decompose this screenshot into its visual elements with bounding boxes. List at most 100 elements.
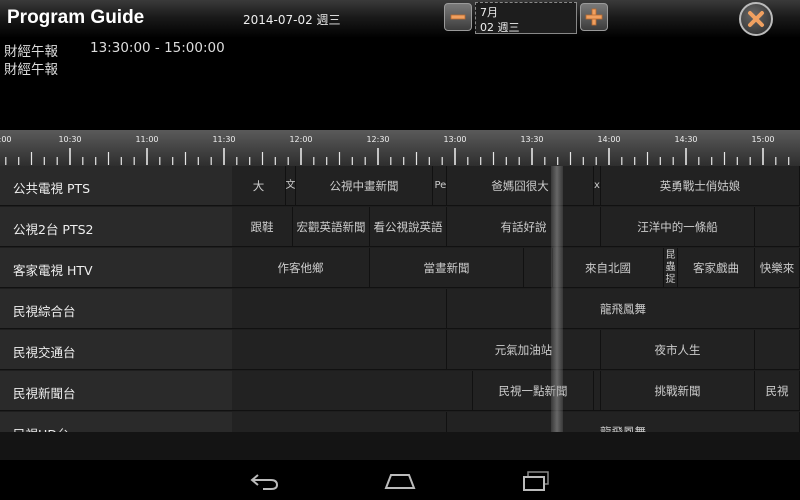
program-title: 英勇戰士俏姑娘 <box>659 178 741 193</box>
program-title: 大 <box>252 178 265 193</box>
channel-label[interactable]: 民視交通台 <box>0 330 232 370</box>
program-cell[interactable] <box>524 248 553 288</box>
program-cell[interactable]: 宏觀英語新聞 <box>293 207 370 247</box>
program-cell[interactable]: Peo <box>433 166 447 206</box>
program-title: 文 <box>286 179 296 191</box>
time-tick-label: 11:30 <box>212 135 235 144</box>
program-cell[interactable]: 爸媽囧很大 <box>447 166 594 206</box>
top-bar: Program Guide 2014-07-02 週三 7月 02 週三 <box>0 0 800 38</box>
channel-label[interactable]: 公共電視 PTS <box>0 166 232 206</box>
program-cell[interactable]: 客家戲曲 <box>678 248 755 288</box>
time-ruler[interactable]: 10:30 11:00 11:30 12:00 12:30 13:00 13:30 14:00… <box>0 130 800 166</box>
program-cell[interactable]: 文 <box>286 166 296 206</box>
program-cell[interactable]: 公視中畫新聞 <box>296 166 433 206</box>
recent-apps-icon <box>523 471 549 491</box>
time-tick-label: 10:30 <box>58 135 81 144</box>
time-tick-label: 12:30 <box>366 135 389 144</box>
program-cell[interactable]: 大 <box>232 166 286 206</box>
program-cell[interactable]: 昆蟲捉 <box>664 248 678 288</box>
program-cell[interactable]: 龍飛鳳舞 <box>447 289 800 329</box>
channel-row: 民視綜合台 龍飛鳳舞 <box>0 289 800 330</box>
time-tick-label: 10:00 <box>0 135 12 144</box>
program-cell[interactable]: x <box>594 166 601 206</box>
recent-apps-button[interactable] <box>516 468 556 494</box>
program-cell[interactable]: 來自北國 <box>553 248 664 288</box>
grid-footer <box>0 432 800 460</box>
program-title: 夜市人生 <box>654 342 701 357</box>
program-title: 龍飛鳳舞 <box>600 424 646 433</box>
program-title: 昆蟲捉 <box>665 249 676 285</box>
program-time-range: 13:30:00 - 15:00:00 <box>90 40 225 56</box>
channel-label[interactable]: 民視HD台 <box>0 412 232 432</box>
close-icon <box>748 11 764 27</box>
program-description: 財經午報 <box>4 62 58 78</box>
program-title: 有話好說 <box>500 219 547 234</box>
back-icon <box>250 474 279 490</box>
next-day-button[interactable] <box>580 3 608 31</box>
program-cell[interactable] <box>232 412 447 432</box>
program-title: 作客他鄉 <box>277 260 324 275</box>
program-cell[interactable]: 有話好說 <box>447 207 601 247</box>
back-button[interactable] <box>245 468 285 494</box>
program-cell[interactable]: 民視 <box>755 371 800 411</box>
date-picker[interactable]: 7月 02 週三 <box>475 2 577 34</box>
channel-name: 民視新聞台 <box>13 386 76 401</box>
channel-label[interactable]: 民視綜合台 <box>0 289 232 329</box>
program-cell[interactable] <box>232 371 473 411</box>
program-title: 客家戲曲 <box>693 260 739 275</box>
time-tick-label: 13:00 <box>443 135 466 144</box>
channel-row: 民視HD台 龍飛鳳舞 <box>0 412 800 432</box>
program-cell[interactable]: 龍飛鳳舞 <box>447 412 800 432</box>
channel-row: 客家電視 HTV 作客他鄉 當晝新聞 來自北國 昆蟲捉 客家戲曲 快樂來 <box>0 248 800 289</box>
program-grid[interactable]: 公共電視 PTS 大 文 公視中畫新聞 Peo 爸媽囧很大 x 英勇戰士俏姑娘 … <box>0 166 800 432</box>
home-button[interactable] <box>380 468 420 494</box>
previous-day-button[interactable] <box>444 3 472 31</box>
program-cell[interactable]: 挑戰新聞 <box>601 371 755 411</box>
program-title: 爸媽囧很大 <box>491 178 549 193</box>
program-cell[interactable]: 元氣加油站 <box>447 330 601 370</box>
program-cell[interactable] <box>755 207 800 247</box>
program-title: 跟鞋 <box>250 219 274 234</box>
program-title: 元氣加油站 <box>494 342 553 357</box>
program-cell[interactable]: 夜市人生 <box>601 330 755 370</box>
program-title: 挑戰新聞 <box>654 383 701 398</box>
channel-row: 公視2台 PTS2 跟鞋 宏觀英語新聞 看公視說英語 有話好說 汪洋中的一條船 <box>0 207 800 248</box>
channel-name: 公視2台 PTS2 <box>13 222 94 237</box>
program-title: 快樂來 <box>759 260 795 275</box>
program-title: 財經午報 <box>4 44 58 60</box>
program-info-panel: 財經午報 13:30:00 - 15:00:00 財經午報 <box>0 38 800 130</box>
time-tick-label: 11:00 <box>135 135 158 144</box>
program-cell[interactable]: 看公視說英語 <box>370 207 447 247</box>
program-cell[interactable]: 跟鞋 <box>232 207 293 247</box>
channel-name: 民視綜合台 <box>13 304 76 319</box>
channel-label[interactable]: 客家電視 HTV <box>0 248 232 288</box>
close-button[interactable] <box>739 2 773 36</box>
program-cell[interactable]: 英勇戰士俏姑娘 <box>601 166 800 206</box>
program-cell[interactable]: 作客他鄉 <box>232 248 370 288</box>
program-title: 來自北國 <box>585 260 631 275</box>
channel-name: 客家電視 HTV <box>13 263 93 278</box>
channel-name: 民視HD台 <box>13 424 70 432</box>
program-title: 民視 <box>765 383 789 398</box>
program-cell[interactable] <box>755 330 800 370</box>
program-cell[interactable] <box>232 289 447 329</box>
program-title: 宏觀英語新聞 <box>296 219 366 234</box>
channel-label[interactable]: 民視新聞台 <box>0 371 232 411</box>
date-picker-month: 7月 <box>480 6 498 19</box>
channel-label[interactable]: 公視2台 PTS2 <box>0 207 232 247</box>
time-tick-label: 14:30 <box>674 135 697 144</box>
program-cell[interactable] <box>594 371 601 411</box>
program-title: 龍飛鳳舞 <box>600 301 646 316</box>
program-title: 當晝新聞 <box>423 260 470 275</box>
time-ruler-ticks: 10:30 11:00 11:30 12:00 12:30 13:00 13:30 14:00… <box>0 135 790 165</box>
program-cell[interactable]: 快樂來 <box>755 248 800 288</box>
channel-name: 民視交通台 <box>13 345 76 360</box>
current-date-label: 2014-07-02 週三 <box>243 13 341 27</box>
channel-row: 民視新聞台 民視一點新聞 挑戰新聞 民視 <box>0 371 800 412</box>
program-cell[interactable] <box>232 330 447 370</box>
program-cell[interactable]: 汪洋中的一條船 <box>601 207 755 247</box>
program-cell[interactable]: 民視一點新聞 <box>473 371 594 411</box>
program-cell[interactable]: 當晝新聞 <box>370 248 524 288</box>
program-title: x <box>594 179 600 191</box>
minus-icon <box>450 14 466 20</box>
